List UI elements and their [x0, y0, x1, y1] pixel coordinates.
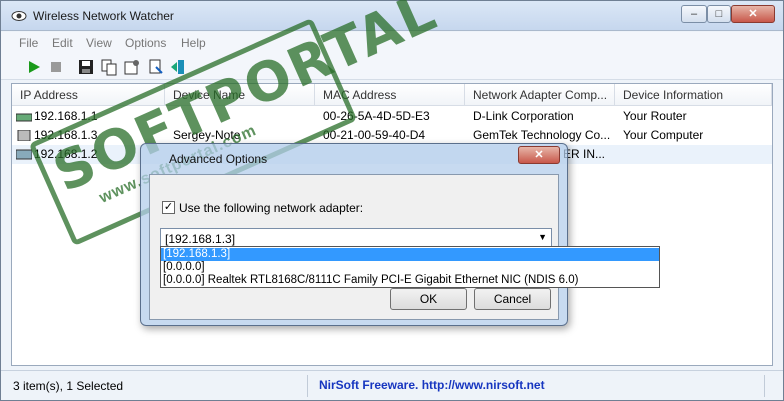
router-icon	[16, 113, 32, 122]
minimize-button[interactable]: –	[681, 5, 707, 23]
cell-mac: 00-26-5A-4D-5D-E3	[323, 109, 430, 123]
cell-device-name: Sergey-Note	[173, 128, 241, 142]
menu-options[interactable]: Options	[125, 36, 166, 50]
computer-icon	[17, 130, 31, 141]
table-row[interactable]: 192.168.1.1 00-26-5A-4D-5D-E3 D-Link Cor…	[12, 107, 772, 126]
save-icon[interactable]	[77, 58, 95, 76]
use-adapter-label[interactable]: Use the following network adapter:	[179, 201, 363, 215]
dropdown-option[interactable]: [192.168.1.3]	[161, 248, 659, 261]
adapter-selected-value: [192.168.1.3]	[165, 232, 236, 246]
cell-mac: 00-21-00-59-40-D4	[323, 128, 426, 142]
window-title: Wireless Network Watcher	[33, 9, 174, 23]
close-button[interactable]: ✕	[731, 5, 775, 23]
cell-ip: 192.168.1.3	[34, 128, 98, 142]
cell-ip: 192.168.1.2	[34, 147, 98, 161]
cell-adapter: D-Link Corporation	[473, 109, 574, 123]
menu-edit[interactable]: Edit	[52, 36, 73, 50]
dialog-title: Advanced Options	[169, 152, 268, 166]
refresh-icon[interactable]	[147, 58, 165, 76]
cell-ip: 192.168.1.1	[34, 109, 98, 123]
cell-adapter: ER IN...	[563, 147, 606, 161]
cell-adapter: GemTek Technology Co...	[473, 128, 611, 142]
dropdown-option[interactable]: [0.0.0.0]	[161, 261, 659, 274]
menu-bar: File Edit View Options Help	[1, 32, 783, 54]
cancel-button[interactable]: Cancel	[474, 288, 551, 310]
cell-info: Your Router	[623, 109, 687, 123]
adapter-dropdown-list: [192.168.1.3] [0.0.0.0] [0.0.0.0] Realte…	[160, 246, 660, 288]
stop-icon[interactable]	[47, 58, 65, 76]
dialog-close-button[interactable]: ✕	[518, 146, 560, 164]
play-icon[interactable]	[25, 58, 43, 76]
column-device-information[interactable]: Device Information	[615, 84, 772, 106]
use-adapter-checkbox[interactable]: ✓	[162, 201, 175, 214]
copy-icon[interactable]	[100, 58, 118, 76]
chevron-down-icon[interactable]: ▼	[538, 232, 547, 242]
status-bar: 3 item(s), 1 Selected NirSoft Freeware. …	[1, 370, 783, 400]
advanced-options-dialog: Advanced Options ✕ ✓ Use the following n…	[140, 143, 568, 326]
properties-icon[interactable]	[123, 58, 141, 76]
menu-view[interactable]: View	[86, 36, 112, 50]
ok-button[interactable]: OK	[390, 288, 467, 310]
column-adapter-company[interactable]: Network Adapter Comp...	[465, 84, 615, 106]
exit-icon[interactable]	[169, 58, 187, 76]
network-device-icon	[16, 149, 32, 160]
maximize-button[interactable]: □	[707, 5, 731, 23]
menu-file[interactable]: File	[19, 36, 38, 50]
dropdown-option[interactable]: [0.0.0.0] Realtek RTL8168C/8111C Family …	[161, 274, 659, 287]
status-divider	[764, 375, 765, 397]
status-item-count: 3 item(s), 1 Selected	[13, 379, 124, 393]
toolbar	[1, 54, 783, 80]
title-bar[interactable]: Wireless Network Watcher – □ ✕	[1, 1, 783, 31]
menu-help[interactable]: Help	[181, 36, 206, 50]
eye-app-icon	[11, 11, 27, 21]
cell-info: Your Computer	[623, 128, 704, 142]
column-mac-address[interactable]: MAC Address	[315, 84, 465, 106]
column-ip-address[interactable]: IP Address	[12, 84, 165, 106]
status-divider	[307, 375, 308, 397]
nirsoft-link[interactable]: NirSoft Freeware. http://www.nirsoft.net	[319, 378, 545, 392]
column-device-name[interactable]: Device Name	[165, 84, 315, 106]
